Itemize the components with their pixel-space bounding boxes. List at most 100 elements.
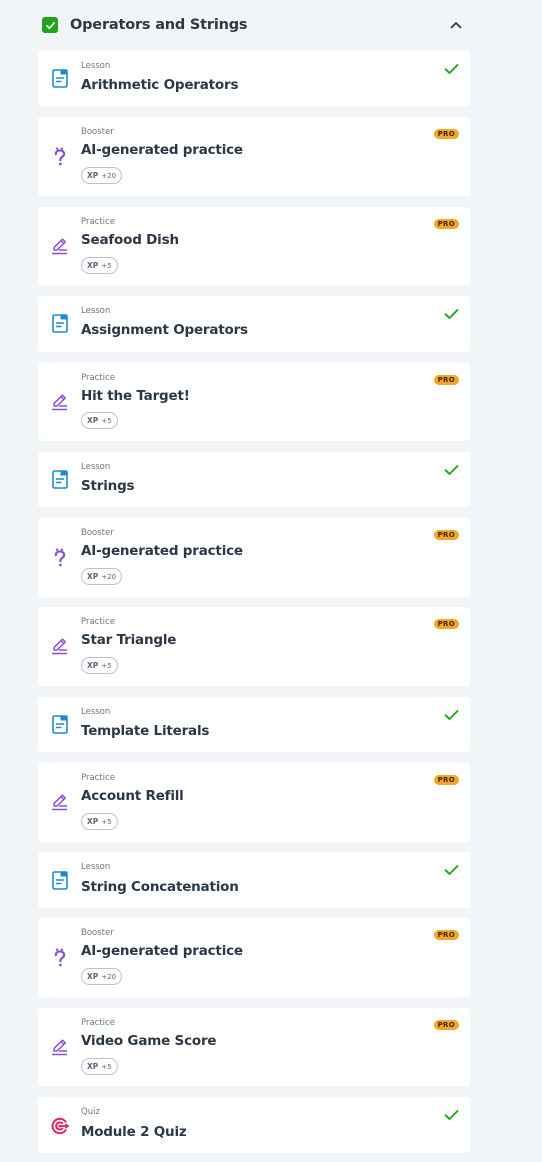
xp-badge: XP +20 [81, 968, 123, 985]
list-item-booster[interactable]: Booster AI-generated practice XP +20 PRO [38, 117, 470, 196]
xp-value: +20 [101, 171, 117, 180]
item-kind: Practice [81, 1018, 115, 1028]
xp-label: XP [87, 416, 99, 425]
xp-value: +20 [101, 972, 117, 981]
xp-label: XP [87, 261, 99, 270]
question-icon [50, 948, 70, 968]
module-section: Operators and Strings Lesson Arithmetic … [0, 0, 542, 1162]
target-icon [50, 1116, 70, 1136]
item-kind: Quiz [81, 1107, 100, 1117]
question-icon [50, 548, 70, 568]
pencil-icon [50, 392, 70, 412]
list-item-lesson[interactable]: Lesson String Concatenation [38, 852, 470, 908]
xp-label: XP [87, 661, 99, 670]
item-kind: Lesson [81, 707, 111, 717]
item-kind: Booster [81, 928, 114, 938]
item-title: Hit the Target! [81, 388, 190, 404]
pencil-icon [50, 236, 70, 256]
list-item-lesson[interactable]: Lesson Strings [38, 452, 470, 507]
list-item-practice[interactable]: Practice Hit the Target! XP +5 PRO [38, 363, 470, 441]
pro-badge: PRO [433, 375, 459, 385]
pro-badge: PRO [433, 530, 459, 540]
item-title: AI-generated practice [81, 543, 243, 559]
item-kind: Booster [81, 127, 114, 137]
lesson-icon [50, 469, 70, 489]
xp-label: XP [87, 972, 99, 981]
item-kind: Lesson [81, 862, 111, 872]
xp-badge: XP +5 [81, 412, 118, 429]
xp-badge: XP +20 [81, 167, 123, 184]
list-item-lesson[interactable]: Lesson Template Literals [38, 697, 470, 752]
pro-badge: PRO [433, 619, 459, 629]
list-item-practice[interactable]: Practice Seafood Dish XP +5 PRO [38, 207, 470, 285]
list-item-booster[interactable]: Booster AI-generated practice XP +20 PRO [38, 918, 470, 997]
list-item-quiz[interactable]: Quiz Module 2 Quiz [38, 1097, 470, 1153]
question-icon [50, 147, 70, 167]
pro-badge: PRO [433, 129, 459, 139]
pencil-icon [50, 792, 70, 812]
lesson-icon [50, 68, 70, 88]
item-title: Star Triangle [81, 632, 177, 648]
check-icon [45, 21, 55, 29]
item-kind: Practice [81, 617, 115, 627]
item-title: Account Refill [81, 788, 184, 804]
item-kind: Booster [81, 528, 114, 538]
list-item-booster[interactable]: Booster AI-generated practice XP +20 PRO [38, 518, 470, 597]
item-kind: Practice [81, 373, 115, 383]
pro-badge: PRO [433, 930, 459, 940]
xp-label: XP [87, 572, 99, 581]
pro-badge: PRO [433, 219, 459, 229]
pencil-icon [50, 636, 70, 656]
list-item-practice[interactable]: Practice Star Triangle XP +5 PRO [38, 607, 470, 686]
item-title: String Concatenation [81, 879, 239, 895]
xp-label: XP [87, 817, 99, 826]
item-title: Arithmetic Operators [81, 77, 239, 93]
xp-value: +5 [101, 416, 112, 425]
item-kind: Lesson [81, 61, 111, 71]
pencil-icon [50, 1037, 70, 1057]
item-kind: Lesson [81, 462, 111, 472]
completed-check-icon [443, 1108, 459, 1122]
xp-label: XP [87, 171, 99, 180]
xp-badge: XP +20 [81, 568, 123, 585]
completed-check-icon [443, 62, 459, 76]
item-title: Module 2 Quiz [81, 1124, 187, 1140]
item-title: AI-generated practice [81, 142, 243, 158]
xp-value: +5 [101, 661, 112, 670]
module-complete-checkbox [42, 17, 58, 33]
lesson-icon [50, 714, 70, 734]
lesson-icon [50, 870, 70, 890]
list-item-lesson[interactable]: Lesson Arithmetic Operators [38, 51, 470, 106]
xp-badge: XP +5 [81, 1058, 118, 1075]
item-title: AI-generated practice [81, 943, 243, 959]
item-title: Strings [81, 478, 135, 494]
pro-badge: PRO [433, 1020, 459, 1030]
list-item-lesson[interactable]: Lesson Assignment Operators [38, 296, 470, 352]
module-title: Operators and Strings [70, 17, 248, 33]
lesson-icon [50, 313, 70, 333]
item-title: Template Literals [81, 723, 210, 739]
item-title: Video Game Score [81, 1033, 217, 1049]
item-kind: Practice [81, 217, 115, 227]
list-item-practice[interactable]: Practice Account Refill XP +5 PRO [38, 763, 470, 842]
list-item-practice[interactable]: Practice Video Game Score XP +5 PRO [38, 1008, 470, 1086]
item-title: Assignment Operators [81, 322, 248, 338]
xp-badge: XP +5 [81, 657, 118, 674]
xp-value: +5 [101, 817, 112, 826]
collapse-button[interactable] [448, 17, 464, 33]
completed-check-icon [443, 863, 459, 877]
module-header[interactable]: Operators and Strings [38, 10, 470, 40]
xp-badge: XP +5 [81, 257, 118, 274]
xp-badge: XP +5 [81, 813, 118, 830]
item-kind: Practice [81, 773, 115, 783]
xp-label: XP [87, 1062, 99, 1071]
completed-check-icon [443, 708, 459, 722]
pro-badge: PRO [433, 775, 459, 785]
xp-value: +5 [101, 1062, 112, 1071]
completed-check-icon [443, 307, 459, 321]
item-kind: Lesson [81, 306, 111, 316]
xp-value: +5 [101, 261, 112, 270]
completed-check-icon [443, 463, 459, 477]
item-title: Seafood Dish [81, 232, 179, 248]
chevron-up-icon [450, 22, 462, 29]
